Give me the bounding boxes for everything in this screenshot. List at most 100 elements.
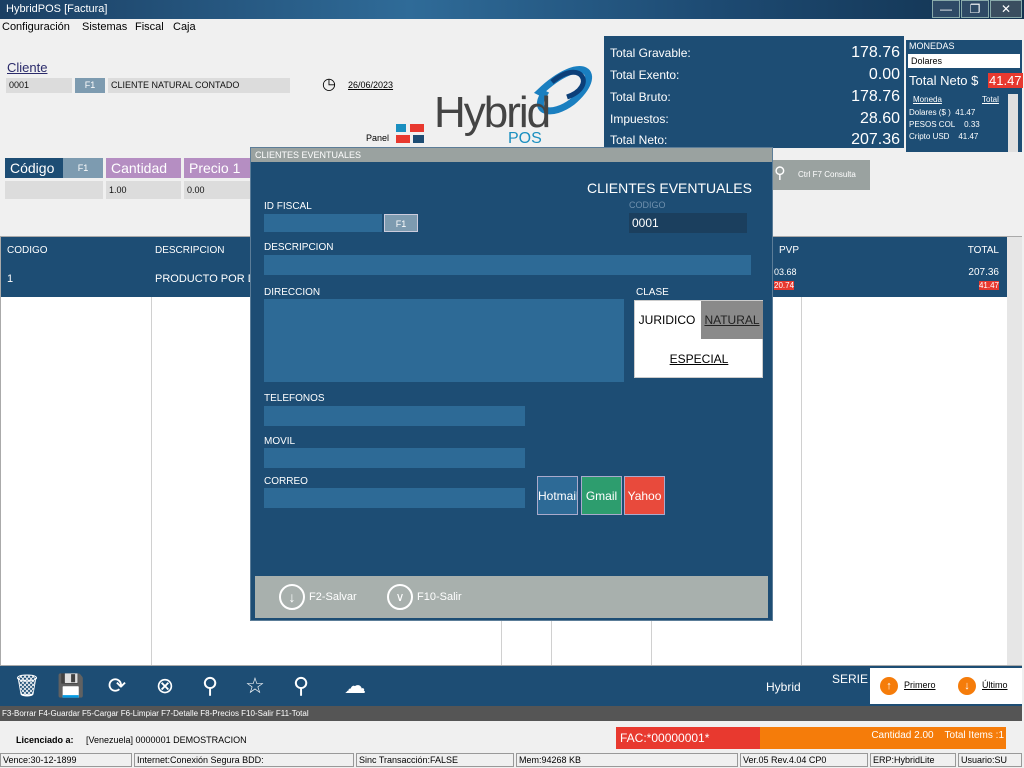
download-icon[interactable]: ↓ [279,584,305,610]
status-vence: Vence:30-12-1899 [0,753,132,767]
list-item[interactable]: Cripto USD 41.47 [909,131,980,143]
title-bar: HybridPOS [Factura] — ❐ ✕ [0,0,1024,19]
col-codigo[interactable]: CODIGO [7,245,48,256]
precio-header: Precio 1 [184,158,254,178]
menu-configuracion[interactable]: Configuración [2,21,70,33]
hotmail-button[interactable]: Hotmail [537,476,578,515]
col-moneda: Moneda [913,95,942,104]
yahoo-button[interactable]: Yahoo [624,476,665,515]
key-icon[interactable]: ⚲ [286,672,316,700]
moneda-select[interactable]: Dolares [908,54,1020,68]
salvar-button[interactable]: F2-Salvar [309,591,357,603]
exit-icon[interactable]: ∨ [387,584,413,610]
cliente-f1-button[interactable]: F1 [75,78,105,93]
descripcion-label: DESCRIPCION [264,242,334,253]
maximize-button[interactable]: ❐ [961,0,989,18]
total-label: Total Gravable: [610,46,691,60]
direccion-textarea[interactable] [264,299,624,382]
natural-option[interactable]: NATURAL [701,301,763,339]
trash-icon[interactable]: 🗑 [12,672,42,700]
juridico-option[interactable]: JURIDICO [635,301,699,339]
cloud-upload-icon[interactable]: ☁ [340,672,370,700]
refresh-icon[interactable]: ⟳ [102,672,132,700]
total-neto-row: Total Neto: 207.36 [610,133,900,148]
moneda-list[interactable]: Dolares ($ ) 41.47 PESOS COL 0.33 Cripto… [909,107,980,143]
consulta-button[interactable]: ⚲ Ctrl F7 Consulta [770,160,870,190]
tag-icon[interactable]: ☆ [240,672,270,700]
status-erp: ERP:HybridLite [870,753,956,767]
license-value: [Venezuela] 0000001 DEMOSTRACION [86,735,247,745]
date-field[interactable]: 26/06/2023 [348,80,393,90]
menu-caja[interactable]: Caja [173,21,196,33]
grid-divider [801,297,802,665]
precio-input[interactable]: 0.00 [184,181,250,199]
codigo-input[interactable] [5,181,103,199]
direccion-label: DIRECCION [264,287,321,298]
id-fiscal-input[interactable] [264,214,382,232]
arrow-down-icon[interactable]: ↓ [958,677,976,695]
ultimo-button[interactable]: Último [982,680,1008,690]
cliente-name-field[interactable]: CLIENTE NATURAL CONTADO [108,78,290,93]
total-bruto-row: Total Bruto: 178.76 [610,88,900,111]
descripcion-input[interactable] [264,255,751,275]
col-pvp[interactable]: PVP [779,245,799,256]
panel-label[interactable]: Panel [366,133,389,143]
moneda-total: 0.33 [964,120,980,129]
clock-icon: ◷ [322,76,336,93]
moneda-name: PESOS COL [909,120,956,129]
correo-input[interactable] [264,488,525,508]
total-gravable-row: Total Gravable: 178.76 [610,44,900,67]
codigo-header: Código [5,158,63,178]
id-fiscal-f1-button[interactable]: F1 [384,214,418,232]
primero-button[interactable]: Primero [904,680,936,690]
consulta-label: Ctrl F7 Consulta [798,170,856,179]
cell-total: 207.36 [968,267,999,278]
total-neto-label: Total Neto $ [909,73,979,88]
panel-icon[interactable] [396,124,426,144]
total-value: 178.76 [851,88,900,105]
gmail-button[interactable]: Gmail [581,476,622,515]
search-icon[interactable]: ⚲ [195,672,225,700]
cell-total-usd: 41.47 [978,281,999,290]
total-label: Impuestos: [610,112,669,126]
col-descripcion[interactable]: DESCRIPCION [155,245,224,256]
menu-fiscal[interactable]: Fiscal [135,21,164,33]
menu-bar: Configuración Sistemas Fiscal Caja [0,19,1024,36]
especial-option[interactable]: ESPECIAL [635,341,763,377]
total-value: 28.60 [859,110,900,127]
clear-icon[interactable]: ⊗ [150,672,180,700]
license-row: Licenciado a: [Venezuela] 0000001 DEMOST… [0,727,1024,751]
clase-selector: JURIDICO NATURAL ESPECIAL [634,300,763,378]
save-icon[interactable]: 💾 [56,672,86,700]
dialog-title: CLIENTES EVENTUALES [251,148,772,162]
moneda-total: 41.47 [958,132,979,141]
list-item[interactable]: PESOS COL 0.33 [909,119,980,131]
cantidad-info: Cantidad 2.00 Total Items :1 [760,727,1006,749]
cliente-code-field[interactable]: 0001 [6,78,72,93]
dialog-footer: ↓ F2-Salvar ∨ F10-Salir [255,576,768,618]
list-item[interactable]: Dolares ($ ) 41.47 [909,107,980,119]
moneda-scrollbar[interactable] [1008,94,1018,152]
close-button[interactable]: ✕ [990,0,1022,18]
grid-scrollbar[interactable] [1007,237,1022,665]
tag-icon: ⚲ [774,165,786,182]
telefonos-input[interactable] [264,406,525,426]
cliente-label[interactable]: Cliente [7,60,47,75]
hybridpos-logo: Hybrid POS [432,42,604,148]
status-version: Ver.05 Rev.4.04 CP0 [740,753,868,767]
col-total: Total [982,95,999,104]
status-internet: Internet:Conexión Segura BDD: [134,753,354,767]
moneda-total: 41.47 [955,108,976,117]
movil-input[interactable] [264,448,525,468]
salir-button[interactable]: F10-Salir [417,591,462,603]
cantidad-input[interactable]: 1.00 [106,181,181,199]
id-fiscal-label: ID FISCAL [264,201,312,212]
minimize-button[interactable]: — [932,0,960,18]
codigo-field[interactable]: 0001 [629,213,747,233]
arrow-up-icon[interactable]: ↑ [880,677,898,695]
menu-sistemas[interactable]: Sistemas [82,21,127,33]
col-total[interactable]: TOTAL [968,245,999,256]
total-exento-row: Total Exento: 0.00 [610,66,900,89]
total-value: 0.00 [868,66,900,83]
codigo-f1-button[interactable]: F1 [63,158,103,178]
